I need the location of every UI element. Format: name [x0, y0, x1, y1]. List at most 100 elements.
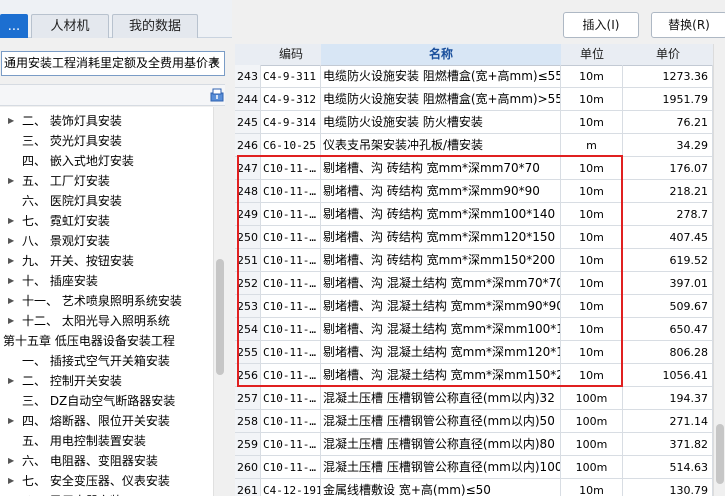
table-row[interactable]: 257 C10-11-… 混凝土压槽 压槽钢管公称直径(mm以内)32 100m 194…: [235, 387, 713, 410]
quota-grid: 编码 名称 单位 单价 243 C4-9-311 电缆防火设施安装 阻燃槽盒(宽+高mm)≤…: [235, 44, 713, 496]
cell-price: 371.82: [623, 433, 713, 456]
cell-price: 514.63: [623, 456, 713, 479]
expand-caret-icon[interactable]: ▶: [8, 111, 14, 131]
table-row[interactable]: 245 C4-9-314 电缆防火设施安装 防火槽安装 10m 76.21: [235, 111, 713, 134]
table-row[interactable]: 258 C10-11-… 混凝土压槽 压槽钢管公称直径(mm以内)50 100m 271…: [235, 410, 713, 433]
tree-scrollbar-thumb[interactable]: [216, 259, 224, 375]
table-row[interactable]: 256 C10-11-… 剔堵槽、沟 混凝土结构 宽mm*深mm150*200 10m…: [235, 364, 713, 387]
cell-price: 130.79: [623, 479, 713, 496]
expand-caret-icon[interactable]: ▶: [8, 231, 14, 251]
expand-caret-icon[interactable]: ▶: [8, 211, 14, 231]
cell-idx: 246: [235, 134, 261, 157]
expand-caret-icon[interactable]: ▶: [8, 171, 14, 191]
insert-button[interactable]: 插入(I): [563, 12, 639, 38]
cell-name: 剔堵槽、沟 混凝土结构 宽mm*深mm90*90: [321, 295, 561, 318]
cell-name: 剔堵槽、沟 混凝土结构 宽mm*深mm100*140: [321, 318, 561, 341]
table-row[interactable]: 255 C10-11-… 剔堵槽、沟 混凝土结构 宽mm*深mm120*150 10m…: [235, 341, 713, 364]
tab-quota[interactable]: ...: [0, 14, 28, 38]
table-row[interactable]: 247 C10-11-… 剔堵槽、沟 砖结构 宽mm*深mm70*70 10m 176.…: [235, 157, 713, 180]
grid-scrollbar[interactable]: [713, 44, 725, 496]
table-row[interactable]: 248 C10-11-… 剔堵槽、沟 砖结构 宽mm*深mm90*90 10m 218.…: [235, 180, 713, 203]
cell-unit: 10m: [561, 249, 623, 272]
cell-unit: 10m: [561, 203, 623, 226]
panel-splitter[interactable]: [225, 38, 235, 496]
expand-caret-icon[interactable]: ▶: [8, 371, 14, 391]
table-row[interactable]: 252 C10-11-… 剔堵槽、沟 混凝土结构 宽mm*深mm70*70 10m 39…: [235, 272, 713, 295]
cell-code: C6-10-25: [261, 134, 321, 157]
header-price[interactable]: 单价: [623, 44, 713, 66]
cell-idx: 247: [235, 157, 261, 180]
cell-code: C4-9-314: [261, 111, 321, 134]
cell-name: 金属线槽敷设 宽+高(mm)≤50: [321, 479, 561, 496]
cell-idx: 251: [235, 249, 261, 272]
header-index[interactable]: [235, 44, 262, 66]
cell-unit: 10m: [561, 65, 623, 88]
tree-node-label: 第十五章 低压电器设备安装工程: [3, 334, 175, 348]
expand-caret-icon[interactable]: ▶: [8, 411, 14, 431]
cell-price: 218.21: [623, 180, 713, 203]
cell-name: 电缆防火设施安装 阻燃槽盒(宽+高mm)>550: [321, 88, 561, 111]
cell-idx: 252: [235, 272, 261, 295]
tree-node-label: 一、 插接式空气开关箱安装: [22, 354, 170, 368]
replace-button[interactable]: 替换(R): [651, 12, 725, 38]
cell-code: C10-11-…: [261, 433, 321, 456]
tree-node-label: 六、 医院灯具安装: [22, 194, 122, 208]
cell-unit: 10m: [561, 318, 623, 341]
table-row[interactable]: 250 C10-11-… 剔堵槽、沟 砖结构 宽mm*深mm120*150 10m 40…: [235, 226, 713, 249]
quota-library-select[interactable]: 通用安装工程消耗里定额及全费用基价表 ▼: [1, 51, 225, 76]
grid-scrollbar-thumb[interactable]: [716, 424, 724, 484]
tree-node-label: 九、 开关、按钮安装: [22, 254, 134, 268]
cell-code: C10-11-…: [261, 295, 321, 318]
cell-code: C10-11-…: [261, 272, 321, 295]
cell-code: C4-9-311: [261, 65, 321, 88]
expand-caret-icon[interactable]: ▶: [8, 451, 14, 471]
cell-unit: m: [561, 134, 623, 157]
cell-idx: 243: [235, 65, 261, 88]
cell-name: 电缆防火设施安装 阻燃槽盒(宽+高mm)≤550: [321, 65, 561, 88]
expand-caret-icon[interactable]: ▶: [8, 471, 14, 491]
tab-materials[interactable]: 人材机: [31, 14, 109, 38]
cell-name: 电缆防火设施安装 防火槽安装: [321, 111, 561, 134]
tab-my-data[interactable]: 我的数据: [112, 14, 198, 38]
header-code[interactable]: 编码: [261, 44, 322, 66]
table-row[interactable]: 249 C10-11-… 剔堵槽、沟 砖结构 宽mm*深mm100*140 10m 27…: [235, 203, 713, 226]
tree-node-label: 四、 嵌入式地灯安装: [22, 154, 134, 168]
cell-unit: 10m: [561, 295, 623, 318]
tree-node-label: 四、 熔断器、限位开关安装: [22, 414, 170, 428]
cell-unit: 10m: [561, 157, 623, 180]
cell-price: 1951.79: [623, 88, 713, 111]
cell-unit: 10m: [561, 341, 623, 364]
expand-caret-icon[interactable]: ▶: [8, 491, 14, 496]
cell-idx: 248: [235, 180, 261, 203]
table-row[interactable]: 244 C4-9-312 电缆防火设施安装 阻燃槽盒(宽+高mm)>550 10m 19…: [235, 88, 713, 111]
cell-price: 1273.36: [623, 65, 713, 88]
table-row[interactable]: 253 C10-11-… 剔堵槽、沟 混凝土结构 宽mm*深mm90*90 10m 50…: [235, 295, 713, 318]
header-name[interactable]: 名称: [321, 44, 562, 66]
table-row[interactable]: 261 C4-12-191 金属线槽敷设 宽+高(mm)≤50 10m 130.79: [235, 479, 713, 496]
cell-idx: 255: [235, 341, 261, 364]
cell-unit: 10m: [561, 226, 623, 249]
cell-code: C10-11-…: [261, 410, 321, 433]
table-row[interactable]: 243 C4-9-311 电缆防火设施安装 阻燃槽盒(宽+高mm)≤550 10m 12…: [235, 65, 713, 88]
table-row[interactable]: 259 C10-11-… 混凝土压槽 压槽钢管公称直径(mm以内)80 100m 371…: [235, 433, 713, 456]
expand-caret-icon[interactable]: ▶: [8, 311, 14, 331]
cell-name: 混凝土压槽 压槽钢管公称直径(mm以内)50: [321, 410, 561, 433]
expand-caret-icon[interactable]: ▶: [8, 251, 14, 271]
expand-caret-icon[interactable]: ▶: [8, 271, 14, 291]
expand-caret-icon[interactable]: ▶: [8, 291, 14, 311]
cell-code: C10-11-…: [261, 387, 321, 410]
table-row[interactable]: 246 C6-10-25 仪表支吊架安装冲孔板/槽安装 m 34.29: [235, 134, 713, 157]
cell-unit: 100m: [561, 456, 623, 479]
header-unit[interactable]: 单位: [561, 44, 624, 66]
tree-node-label: 八、 景观灯安装: [22, 234, 110, 248]
cell-name: 仪表支吊架安装冲孔板/槽安装: [321, 134, 561, 157]
cell-price: 619.52: [623, 249, 713, 272]
table-row[interactable]: 251 C10-11-… 剔堵槽、沟 砖结构 宽mm*深mm150*200 10m 61…: [235, 249, 713, 272]
chevron-down-icon: ▼: [211, 58, 219, 68]
cell-unit: 10m: [561, 111, 623, 134]
cell-code: C10-11-…: [261, 456, 321, 479]
table-row[interactable]: 260 C10-11-… 混凝土压槽 压槽钢管公称直径(mm以内)100 100m 51…: [235, 456, 713, 479]
tree-locate-icon[interactable]: [210, 88, 224, 102]
tree-scrollbar[interactable]: [213, 107, 225, 496]
table-row[interactable]: 254 C10-11-… 剔堵槽、沟 混凝土结构 宽mm*深mm100*140 10m…: [235, 318, 713, 341]
